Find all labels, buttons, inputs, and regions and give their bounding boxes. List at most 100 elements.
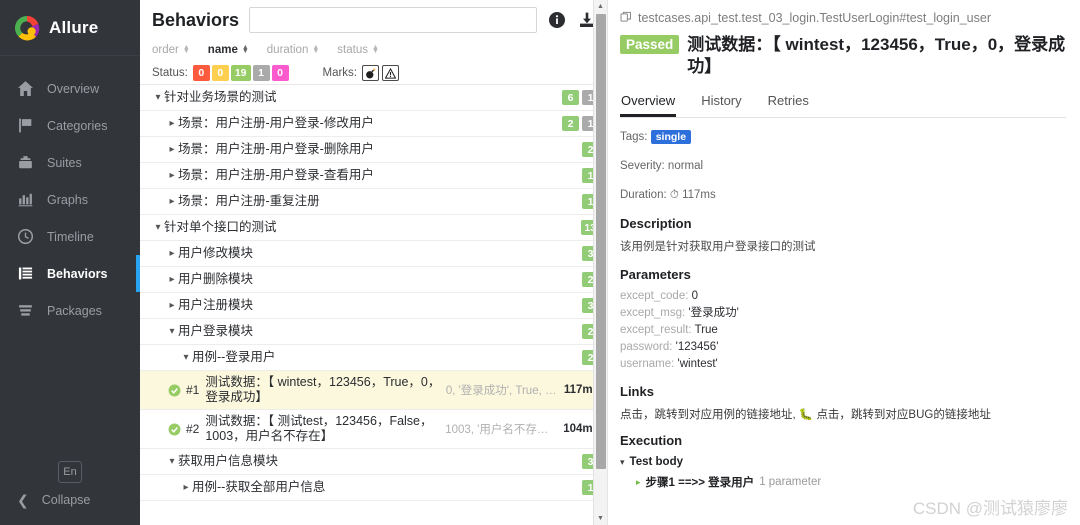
tags-label: Tags:	[620, 131, 648, 143]
chevron-down-icon: ▾	[155, 92, 161, 103]
parameter-key: except_msg:	[620, 307, 686, 319]
sidebar-item-categories[interactable]: Categories	[0, 107, 140, 144]
tree-row-label: 场景：用户注册-用户登录-修改用户	[178, 116, 374, 130]
tree-row-label: 针对单个接口的测试	[164, 220, 277, 234]
chevron-down-icon: ▾	[183, 352, 189, 363]
parameter-key: username:	[620, 358, 675, 370]
parameter-key: except_code:	[620, 290, 689, 302]
status-chip-passed[interactable]: 19	[230, 65, 251, 81]
tree-row-label: 用户注册模块	[178, 298, 254, 312]
breadcrumb-text: testcases.api_test.test_03_login.TestUse…	[638, 11, 991, 25]
tag-chip[interactable]: single	[650, 130, 692, 144]
parameter-value: 'wintest'	[677, 358, 718, 370]
meta-duration: Duration: ⏱ 117ms	[620, 186, 1066, 205]
chevron-down-icon: ▾	[620, 456, 625, 467]
page-title: Behaviors	[152, 9, 240, 30]
test-body-label: Test body	[629, 456, 683, 468]
sidebar-item-label: Packages	[47, 303, 102, 318]
tree-row-group[interactable]: ▸ 场景：用户注册-用户登录-修改用户 2 1	[140, 111, 607, 137]
chevron-right-icon: ▸	[169, 196, 175, 207]
tree-row-testcase[interactable]: #1 测试数据：【 wintest，123456，True，0，登录成功】 0,…	[140, 371, 607, 410]
sidebar-item-suites[interactable]: Suites	[0, 144, 140, 181]
tree-row-group[interactable]: ▾ 针对业务场景的测试 6 1	[140, 85, 607, 111]
chevron-right-icon: ▸	[169, 170, 175, 181]
info-icon[interactable]	[547, 10, 567, 30]
testcase-detail-panel: testcases.api_test.test_03_login.TestUse…	[608, 0, 1080, 525]
panel-header: Behaviors	[140, 0, 607, 40]
parameter-value: True	[694, 324, 718, 336]
collapse-button[interactable]: ❮ Collapse	[0, 489, 140, 511]
status-badge: Passed	[620, 35, 680, 54]
tree-row-group[interactable]: ▸ 用户修改模块 3	[140, 241, 607, 267]
tree-row-group[interactable]: ▾ 用例--登录用户 2	[140, 345, 607, 371]
tree-row-group[interactable]: ▸ 场景：用户注册-用户登录-删除用户 2	[140, 137, 607, 163]
tree-row-testcase[interactable]: #2 测试数据：【 测试test，123456，False，1003，用户名不存…	[140, 410, 607, 449]
sidebar-item-behaviors[interactable]: Behaviors	[0, 255, 140, 292]
tree-row-label: 场景：用户注册-重复注册	[178, 194, 320, 208]
testcase-number: #2	[186, 422, 200, 436]
brand-label: Allure	[49, 17, 99, 37]
parameter-row: except_msg: '登录成功'	[620, 305, 1066, 322]
tree-row-group[interactable]: ▸ 用户删除模块 2	[140, 267, 607, 293]
link-testcase[interactable]: 点击，跳转到对应用例的链接地址	[620, 409, 793, 421]
tree-row-label: 场景：用户注册-用户登录-查看用户	[178, 168, 374, 182]
copy-icon[interactable]	[620, 11, 633, 26]
tab-history[interactable]: History	[700, 90, 742, 117]
test-body-toggle[interactable]: ▾ Test body	[620, 456, 1066, 468]
tree-row-group[interactable]: ▾ 获取用户信息模块 3	[140, 449, 607, 475]
sorter-label: status	[337, 43, 368, 56]
bomb-icon[interactable]	[362, 65, 379, 81]
tree-row-group[interactable]: ▾ 用户登录模块 2	[140, 319, 607, 345]
tab-overview[interactable]: Overview	[620, 90, 677, 117]
sidebar-item-overview[interactable]: Overview	[0, 70, 140, 107]
list-icon	[17, 265, 34, 282]
tree-row-group[interactable]: ▸ 场景：用户注册-重复注册 1	[140, 189, 607, 215]
duration-label: Duration:	[620, 189, 667, 201]
sorter-duration[interactable]: duration ▲ ▼	[267, 44, 320, 56]
sidebar-item-graphs[interactable]: Graphs	[0, 181, 140, 218]
sidebar-item-timeline[interactable]: Timeline	[0, 218, 140, 255]
sorter-name[interactable]: name ▲ ▼	[208, 44, 249, 56]
sort-arrows-icon: ▲ ▼	[241, 43, 249, 55]
status-chip-broken[interactable]: 0	[211, 65, 229, 81]
sorter-order[interactable]: order ▲ ▼	[152, 44, 190, 56]
sort-arrows-icon: ▲ ▼	[312, 43, 320, 55]
tree-scrollbar[interactable]: ▲ ▼	[593, 0, 607, 525]
tree-row-group[interactable]: ▸ 用户注册模块 3	[140, 293, 607, 319]
sidebar: Allure Overview Categories Suites Graphs	[0, 0, 140, 525]
brand[interactable]: Allure	[0, 0, 140, 56]
briefcase-icon	[17, 154, 34, 171]
link-bug[interactable]: 点击，跳转到对应BUG的链接地址	[816, 409, 990, 421]
chevron-left-icon: ❮	[17, 492, 29, 508]
tree-row-label: 用例--登录用户	[192, 350, 276, 364]
sorter-status[interactable]: status ▲ ▼	[337, 44, 379, 56]
scroll-up-arrow-icon[interactable]: ▲	[594, 0, 607, 13]
warning-triangle-icon[interactable]	[382, 65, 399, 81]
breadcrumb[interactable]: testcases.api_test.test_03_login.TestUse…	[620, 8, 1066, 28]
step-row[interactable]: ▸ 步骤1 ==>> 登录用户 1 parameter	[636, 474, 1066, 490]
tree-row-group[interactable]: ▸ 用例--获取全部用户信息 1	[140, 475, 607, 501]
tree-row-label: 获取用户信息模块	[178, 454, 279, 468]
scroll-down-arrow-icon[interactable]: ▼	[594, 512, 607, 525]
collapse-label: Collapse	[41, 493, 91, 507]
tab-retries[interactable]: Retries	[767, 90, 810, 117]
flag-icon	[17, 117, 34, 134]
scrollbar-thumb[interactable]	[596, 14, 606, 469]
tree-row-group[interactable]: ▾ 针对单个接口的测试 13	[140, 215, 607, 241]
links-list: 点击，跳转到对应用例的链接地址, 🐛 点击，跳转到对应BUG的链接地址	[620, 406, 1066, 422]
tree-row-label: 用户修改模块	[178, 246, 254, 260]
meta-severity: Severity: normal	[620, 160, 704, 172]
search-input[interactable]	[249, 7, 537, 33]
sidebar-footer: En ❮ Collapse	[0, 461, 140, 525]
allure-report-app: Allure Overview Categories Suites Graphs	[0, 0, 1080, 525]
status-chip-unknown[interactable]: 0	[271, 65, 289, 81]
parameter-key: except_result:	[620, 324, 692, 336]
status-chip-skipped[interactable]: 1	[252, 65, 270, 81]
tree-row-group[interactable]: ▸ 场景：用户注册-用户登录-查看用户 1	[140, 163, 607, 189]
toolbar: order ▲ ▼ name ▲ ▼ duration ▲ ▼ status ▲ ▼ S…	[140, 40, 607, 84]
language-toggle[interactable]: En	[58, 461, 82, 483]
testcase-name: 测试数据：【 测试test，123456，False，1003，用户名不存在】	[205, 414, 433, 443]
status-chip-failed[interactable]: 0	[192, 65, 210, 81]
sidebar-item-packages[interactable]: Packages	[0, 292, 140, 329]
chevron-right-icon: ▸	[183, 482, 189, 493]
